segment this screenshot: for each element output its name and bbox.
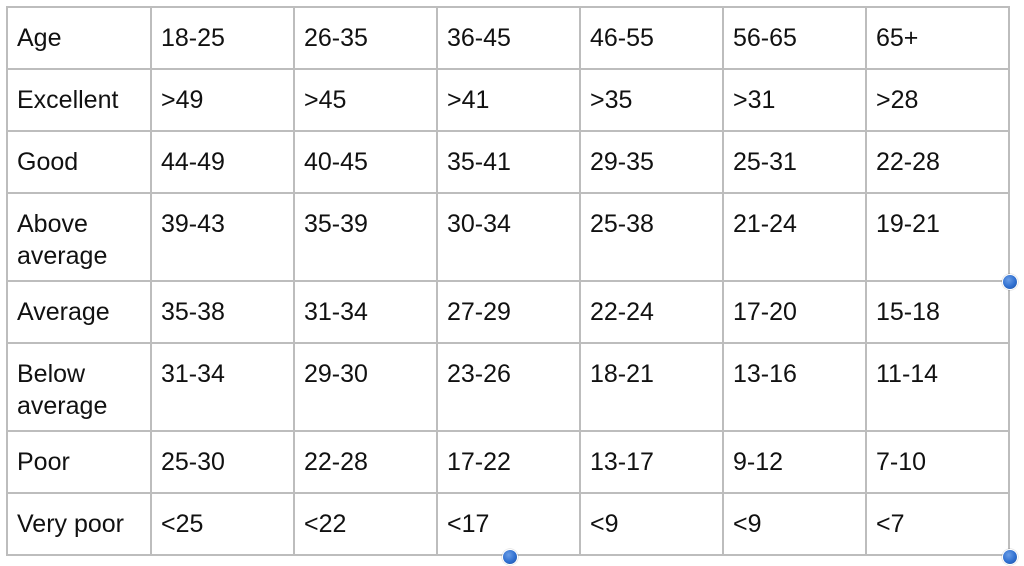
header-cell[interactable]: 56-65 — [722, 6, 867, 70]
table-row: Above average 39-43 35-39 30-34 25-38 21… — [6, 192, 1010, 282]
table-cell[interactable]: 13-16 — [722, 342, 867, 432]
fitness-rating-table[interactable]: Age 18-25 26-35 36-45 46-55 56-65 65+ Ex… — [6, 6, 1010, 556]
table-row: Average 35-38 31-34 27-29 22-24 17-20 15… — [6, 280, 1010, 344]
row-label-cell[interactable]: Below average — [6, 342, 152, 432]
resize-handle-corner[interactable] — [1002, 549, 1018, 565]
table-cell[interactable]: <17 — [436, 492, 581, 556]
table-cell[interactable]: 22-28 — [293, 430, 438, 494]
table-row: Below average 31-34 29-30 23-26 18-21 13… — [6, 342, 1010, 432]
header-cell[interactable]: 36-45 — [436, 6, 581, 70]
row-label-cell[interactable]: Very poor — [6, 492, 152, 556]
table-row: Good 44-49 40-45 35-41 29-35 25-31 22-28 — [6, 130, 1010, 194]
table-cell[interactable]: 22-24 — [579, 280, 724, 344]
table-cell[interactable]: 18-21 — [579, 342, 724, 432]
header-cell[interactable]: 26-35 — [293, 6, 438, 70]
table-cell[interactable]: 25-38 — [579, 192, 724, 282]
table-cell[interactable]: 25-31 — [722, 130, 867, 194]
table-cell[interactable]: 25-30 — [150, 430, 295, 494]
table-cell[interactable]: 30-34 — [436, 192, 581, 282]
header-cell[interactable]: 18-25 — [150, 6, 295, 70]
row-label-cell[interactable]: Excellent — [6, 68, 152, 132]
table-cell[interactable]: <25 — [150, 492, 295, 556]
table-cell[interactable]: <22 — [293, 492, 438, 556]
row-label-cell[interactable]: Good — [6, 130, 152, 194]
table-cell[interactable]: 17-22 — [436, 430, 581, 494]
table-cell[interactable]: 44-49 — [150, 130, 295, 194]
table-cell[interactable]: 35-39 — [293, 192, 438, 282]
table-cell[interactable]: >41 — [436, 68, 581, 132]
table-cell[interactable]: 40-45 — [293, 130, 438, 194]
document-canvas: Age 18-25 26-35 36-45 46-55 56-65 65+ Ex… — [0, 0, 1024, 566]
table-cell[interactable]: 31-34 — [150, 342, 295, 432]
table-cell[interactable]: 29-30 — [293, 342, 438, 432]
table-cell[interactable]: >31 — [722, 68, 867, 132]
table-cell[interactable]: >28 — [865, 68, 1010, 132]
table-cell[interactable]: >49 — [150, 68, 295, 132]
table-cell[interactable]: 35-41 — [436, 130, 581, 194]
row-label-cell[interactable]: Average — [6, 280, 152, 344]
table-cell[interactable]: <7 — [865, 492, 1010, 556]
resize-handle-right[interactable] — [1002, 274, 1018, 290]
header-cell-age[interactable]: Age — [6, 6, 152, 70]
table-cell[interactable]: 13-17 — [579, 430, 724, 494]
table-cell[interactable]: 9-12 — [722, 430, 867, 494]
table-cell[interactable]: <9 — [722, 492, 867, 556]
table-cell[interactable]: 29-35 — [579, 130, 724, 194]
table-row: Excellent >49 >45 >41 >35 >31 >28 — [6, 68, 1010, 132]
table-row: Poor 25-30 22-28 17-22 13-17 9-12 7-10 — [6, 430, 1010, 494]
table-row: Very poor <25 <22 <17 <9 <9 <7 — [6, 492, 1010, 556]
table-cell[interactable]: 19-21 — [865, 192, 1010, 282]
table-cell[interactable]: >35 — [579, 68, 724, 132]
table-cell[interactable]: 23-26 — [436, 342, 581, 432]
table-cell[interactable]: 22-28 — [865, 130, 1010, 194]
row-label-cell[interactable]: Above average — [6, 192, 152, 282]
table-header-row: Age 18-25 26-35 36-45 46-55 56-65 65+ — [6, 6, 1010, 70]
table-cell[interactable]: >45 — [293, 68, 438, 132]
table-cell[interactable]: 39-43 — [150, 192, 295, 282]
table-cell[interactable]: 17-20 — [722, 280, 867, 344]
table-cell[interactable]: 27-29 — [436, 280, 581, 344]
table-cell[interactable]: 7-10 — [865, 430, 1010, 494]
resize-handle-bottom[interactable] — [502, 549, 518, 565]
row-label-cell[interactable]: Poor — [6, 430, 152, 494]
table-cell[interactable]: 21-24 — [722, 192, 867, 282]
table-cell[interactable]: 31-34 — [293, 280, 438, 344]
table-cell[interactable]: 35-38 — [150, 280, 295, 344]
header-cell[interactable]: 46-55 — [579, 6, 724, 70]
table-cell[interactable]: 11-14 — [865, 342, 1010, 432]
table-cell[interactable]: <9 — [579, 492, 724, 556]
header-cell[interactable]: 65+ — [865, 6, 1010, 70]
table-cell[interactable]: 15-18 — [865, 280, 1010, 344]
